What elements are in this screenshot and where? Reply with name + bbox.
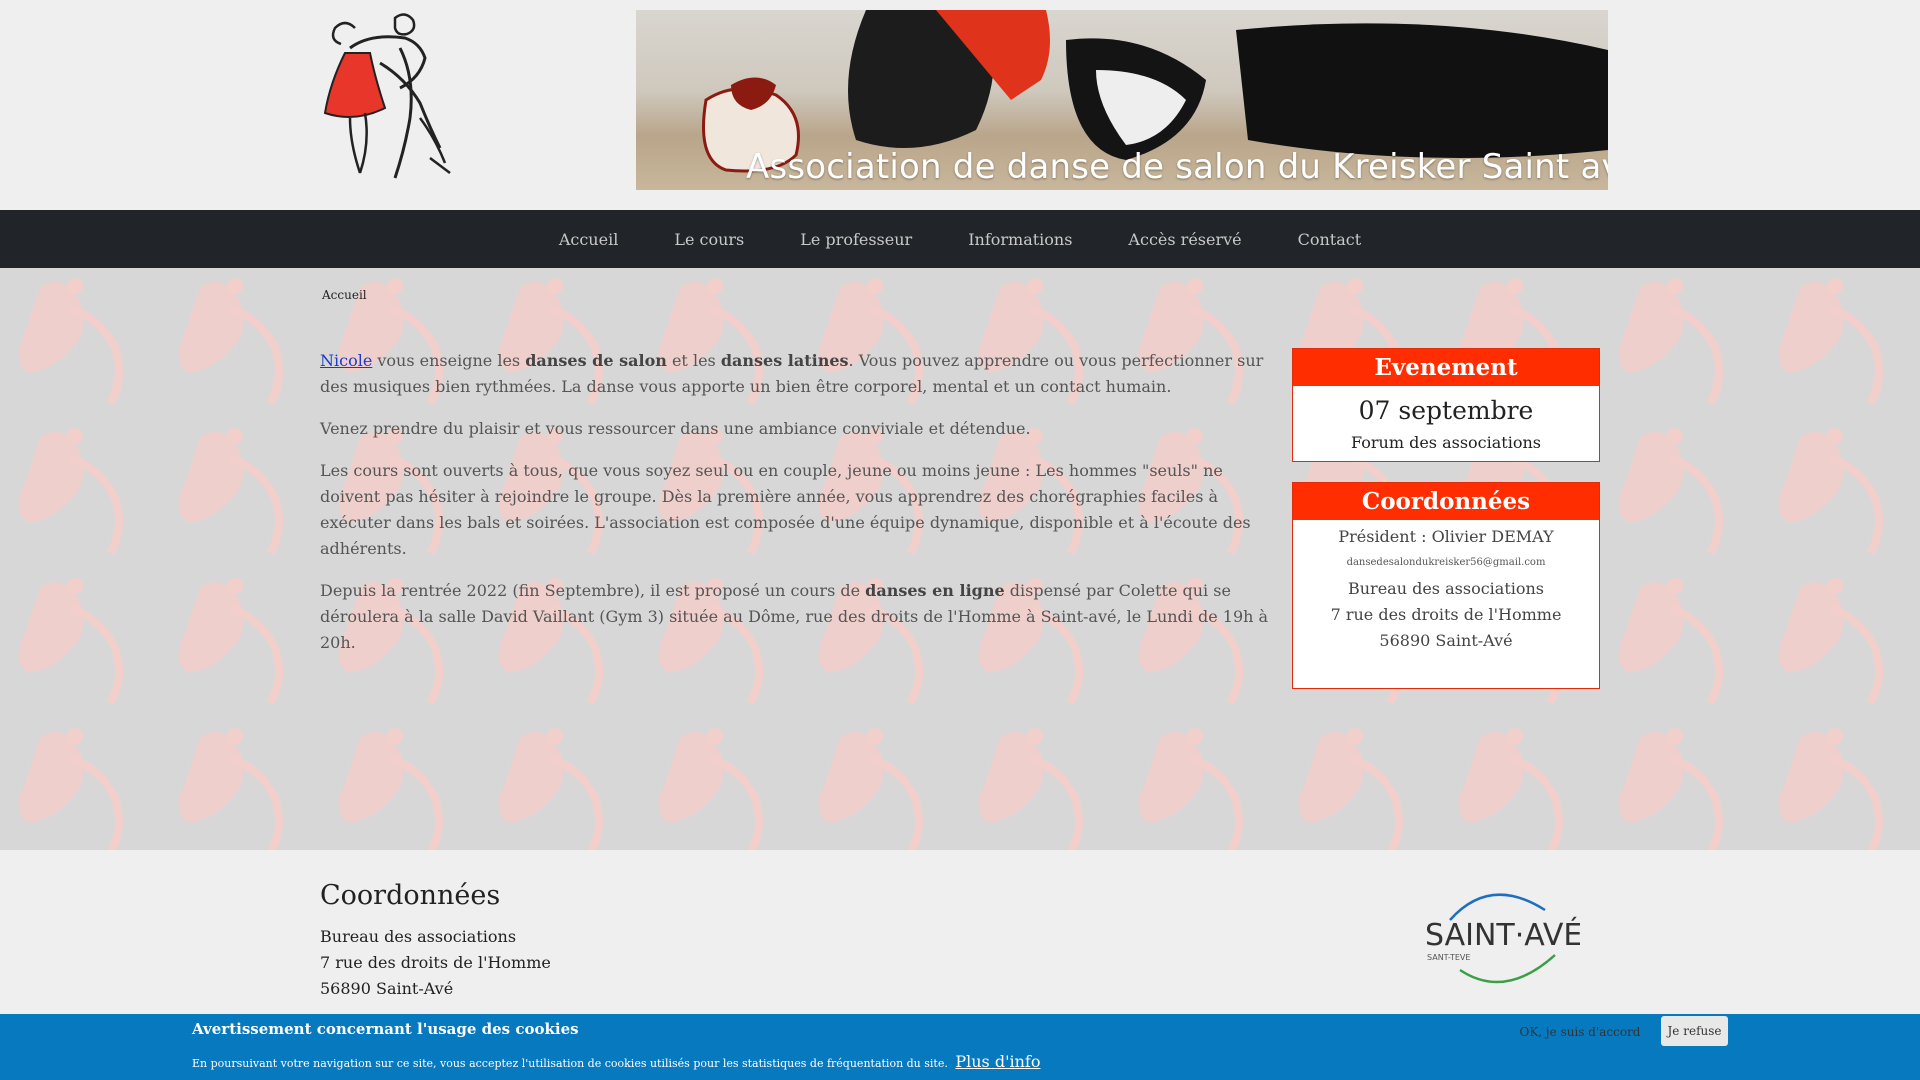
footer-addr-3: 56890 Saint-Avé (320, 979, 454, 998)
cookie-text: En poursuivant votre navigation sur ce s… (192, 1052, 1040, 1071)
cookie-refuse-button[interactable]: Je refuse (1661, 1016, 1728, 1046)
cookie-title: Avertissement concernant l'usage des coo… (192, 1020, 579, 1038)
banner-title: Association de danse de salon du Kreiske… (746, 147, 1608, 187)
breadcrumb[interactable]: Accueil (322, 288, 367, 302)
p4-text-1: Depuis la rentrée 2022 (fin Septembre), … (320, 581, 866, 600)
contact-addr-2: 7 rue des droits de l'Homme (1330, 605, 1562, 624)
paragraph-4: Depuis la rentrée 2022 (fin Septembre), … (320, 578, 1275, 656)
logo-main-text: SAINT·AVÉ (1425, 917, 1580, 953)
header-banner: Association de danse de salon du Kreiske… (636, 10, 1608, 190)
footer: Coordonnées Bureau des associations 7 ru… (0, 850, 1920, 1014)
event-box: Evenement 07 septembre Forum des associa… (1292, 348, 1600, 462)
saint-ave-logo[interactable]: SAINT·AVÉ SANT-TEVE (1420, 880, 1580, 990)
contact-addr-1: Bureau des associations (1347, 579, 1545, 598)
nav-item-le-professeur[interactable]: Le professeur (800, 230, 912, 249)
nav-item-accueil[interactable]: Accueil (559, 230, 618, 249)
footer-address: Bureau des associations 7 rue des droits… (320, 924, 551, 1002)
president: Président : Olivier DEMAY (1338, 527, 1554, 546)
nav-item-contact[interactable]: Contact (1298, 230, 1362, 249)
intro-text: Nicole vous enseigne les danses de salon… (320, 348, 1275, 672)
paragraph-3: Les cours sont ouverts à tous, que vous … (320, 461, 1251, 558)
nav-item-informations[interactable]: Informations (968, 230, 1072, 249)
nav-item-acces-reserve[interactable]: Accès réservé (1128, 230, 1241, 249)
footer-addr-1: Bureau des associations (320, 927, 517, 946)
logo-sub-text: SANT-TEVE (1427, 953, 1470, 962)
p1-text-1: vous enseigne les (372, 351, 526, 370)
paragraph-2: Venez prendre du plaisir et vous ressour… (320, 419, 1031, 438)
teacher-link[interactable]: Nicole (320, 351, 372, 370)
contact-addr-3: 56890 Saint-Avé (1379, 631, 1513, 650)
main-nav: Accueil Le cours Le professeur Informati… (0, 210, 1920, 268)
main-content-area: Accueil Nicole vous enseigne les danses … (0, 268, 1920, 850)
p4-bold-1: danses en ligne (865, 581, 1005, 600)
event-name: Forum des associations (1351, 433, 1541, 452)
contact-box: Coordonnées Président : Olivier DEMAY da… (1292, 482, 1600, 689)
dancing-couple-logo[interactable] (310, 8, 465, 193)
event-box-title: Evenement (1293, 349, 1599, 386)
cookie-message: En poursuivant votre navigation sur ce s… (192, 1057, 948, 1070)
cookie-banner: Avertissement concernant l'usage des coo… (0, 1014, 1920, 1080)
p1-bold-2: danses latines (720, 351, 849, 370)
p1-bold-1: danses de salon (525, 351, 667, 370)
footer-addr-2: 7 rue des droits de l'Homme (320, 953, 551, 972)
cookie-accept-button[interactable]: OK, je suis d'accord (1510, 1018, 1650, 1046)
footer-title: Coordonnées (320, 880, 501, 911)
event-date: 07 septembre (1358, 396, 1534, 425)
contact-email[interactable]: dansedesalondukreisker56@gmail.com (1293, 550, 1599, 576)
header: Association de danse de salon du Kreiske… (0, 0, 1920, 210)
contact-box-title: Coordonnées (1293, 483, 1599, 520)
paragraph-1: Nicole vous enseigne les danses de salon… (320, 348, 1275, 400)
cookie-more-info-link[interactable]: Plus d'info (955, 1052, 1040, 1071)
nav-item-le-cours[interactable]: Le cours (674, 230, 744, 249)
p1-text-2: et les (666, 351, 721, 370)
